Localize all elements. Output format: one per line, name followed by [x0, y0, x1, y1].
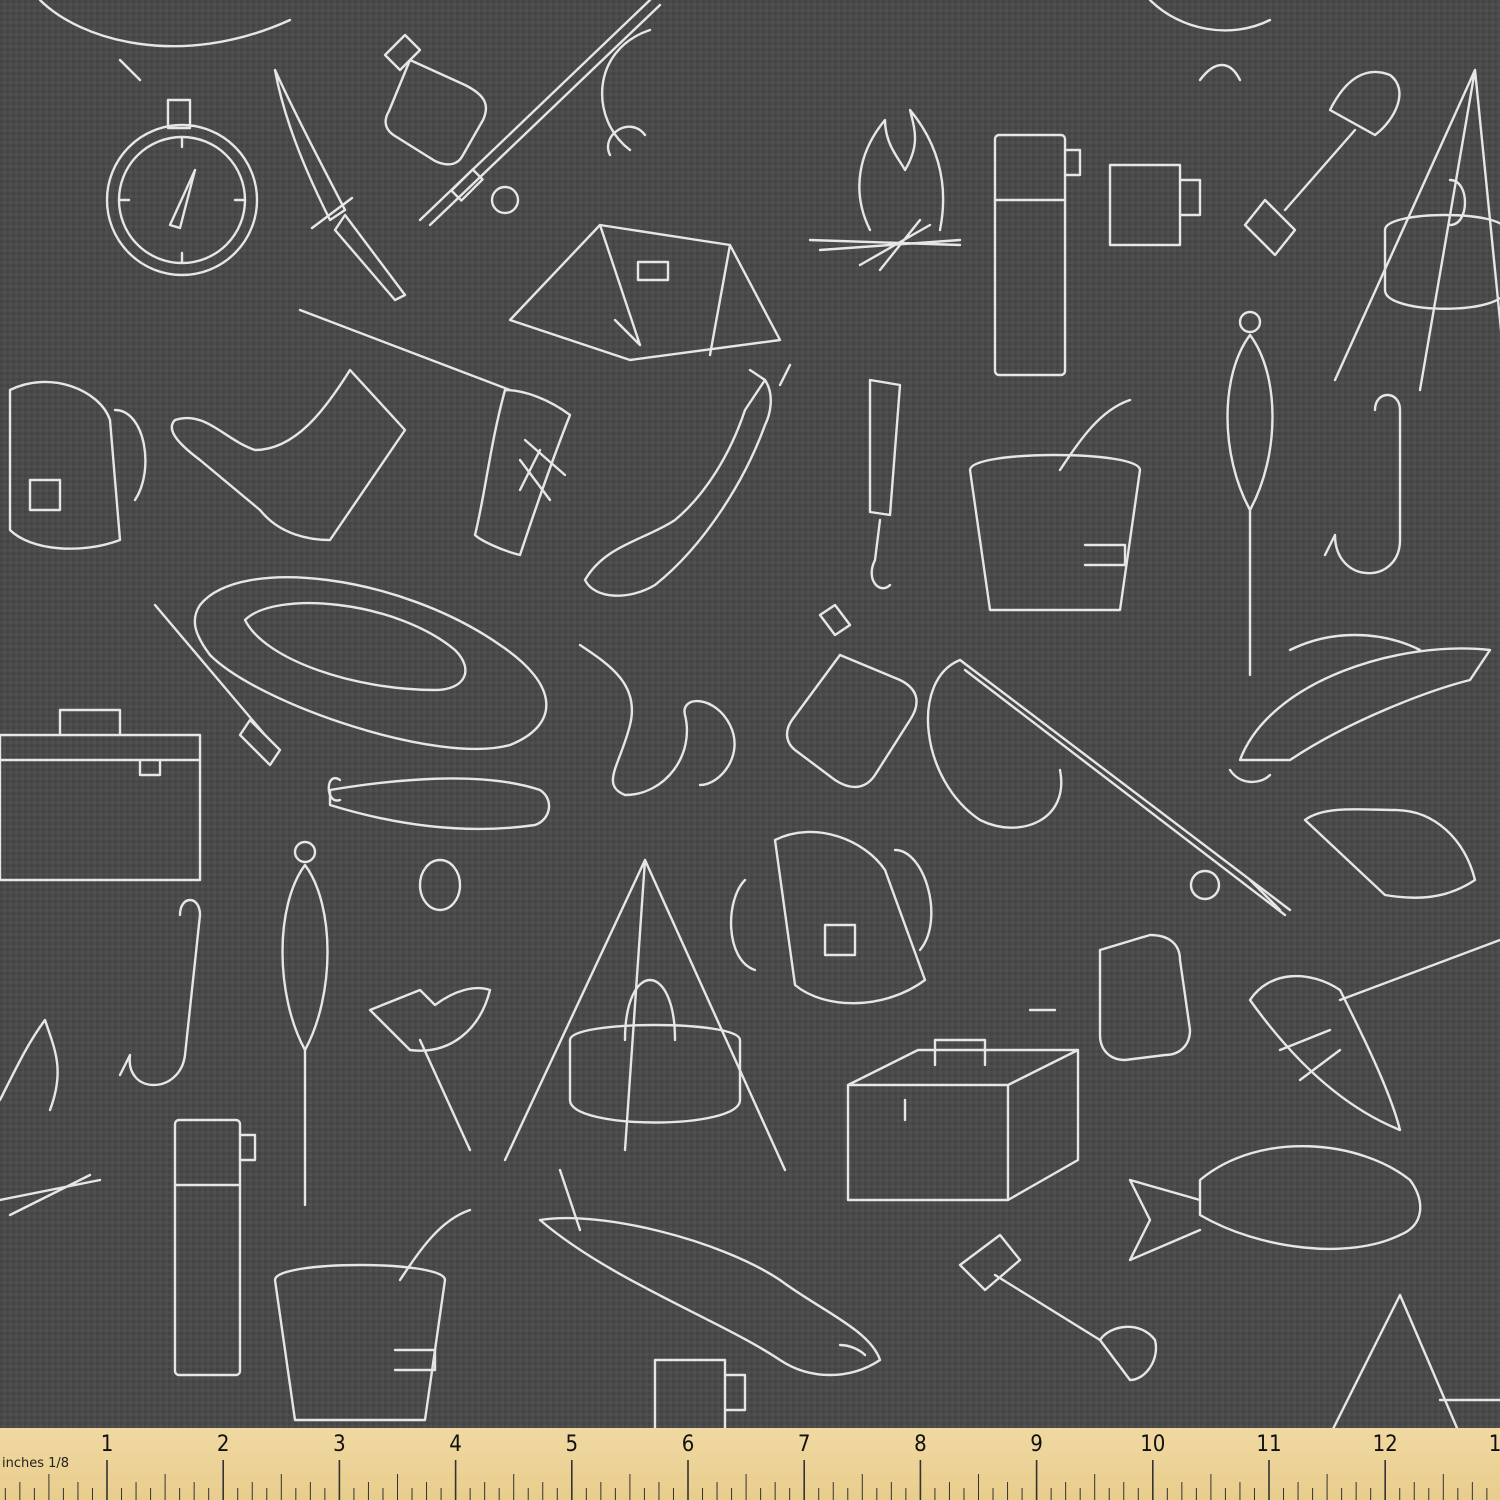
pattern-canvas	[0, 0, 1500, 1435]
ruler-unit-label: inches 1/8	[2, 1456, 70, 1471]
ruler-number: 6	[681, 1432, 695, 1457]
ruler-number: 2	[216, 1432, 230, 1457]
ruler-number: 10	[1140, 1432, 1166, 1457]
fabric-texture	[0, 0, 1500, 1435]
ruler-number: 7	[797, 1432, 811, 1457]
measuring-ruler: inches 1/8 12345678910111213	[0, 1428, 1500, 1500]
ruler-number: 13	[1488, 1432, 1500, 1457]
ruler-number: 8	[914, 1432, 927, 1457]
fabric-pattern	[0, 0, 1500, 1435]
ruler-number: 12	[1372, 1432, 1398, 1457]
ruler-number: 3	[333, 1432, 346, 1457]
ruler-number: 4	[449, 1432, 462, 1457]
ruler-number: 5	[565, 1432, 579, 1457]
ruler-number: 11	[1256, 1432, 1282, 1457]
ruler-number: 1	[100, 1432, 114, 1457]
ruler-number: 9	[1030, 1432, 1043, 1457]
